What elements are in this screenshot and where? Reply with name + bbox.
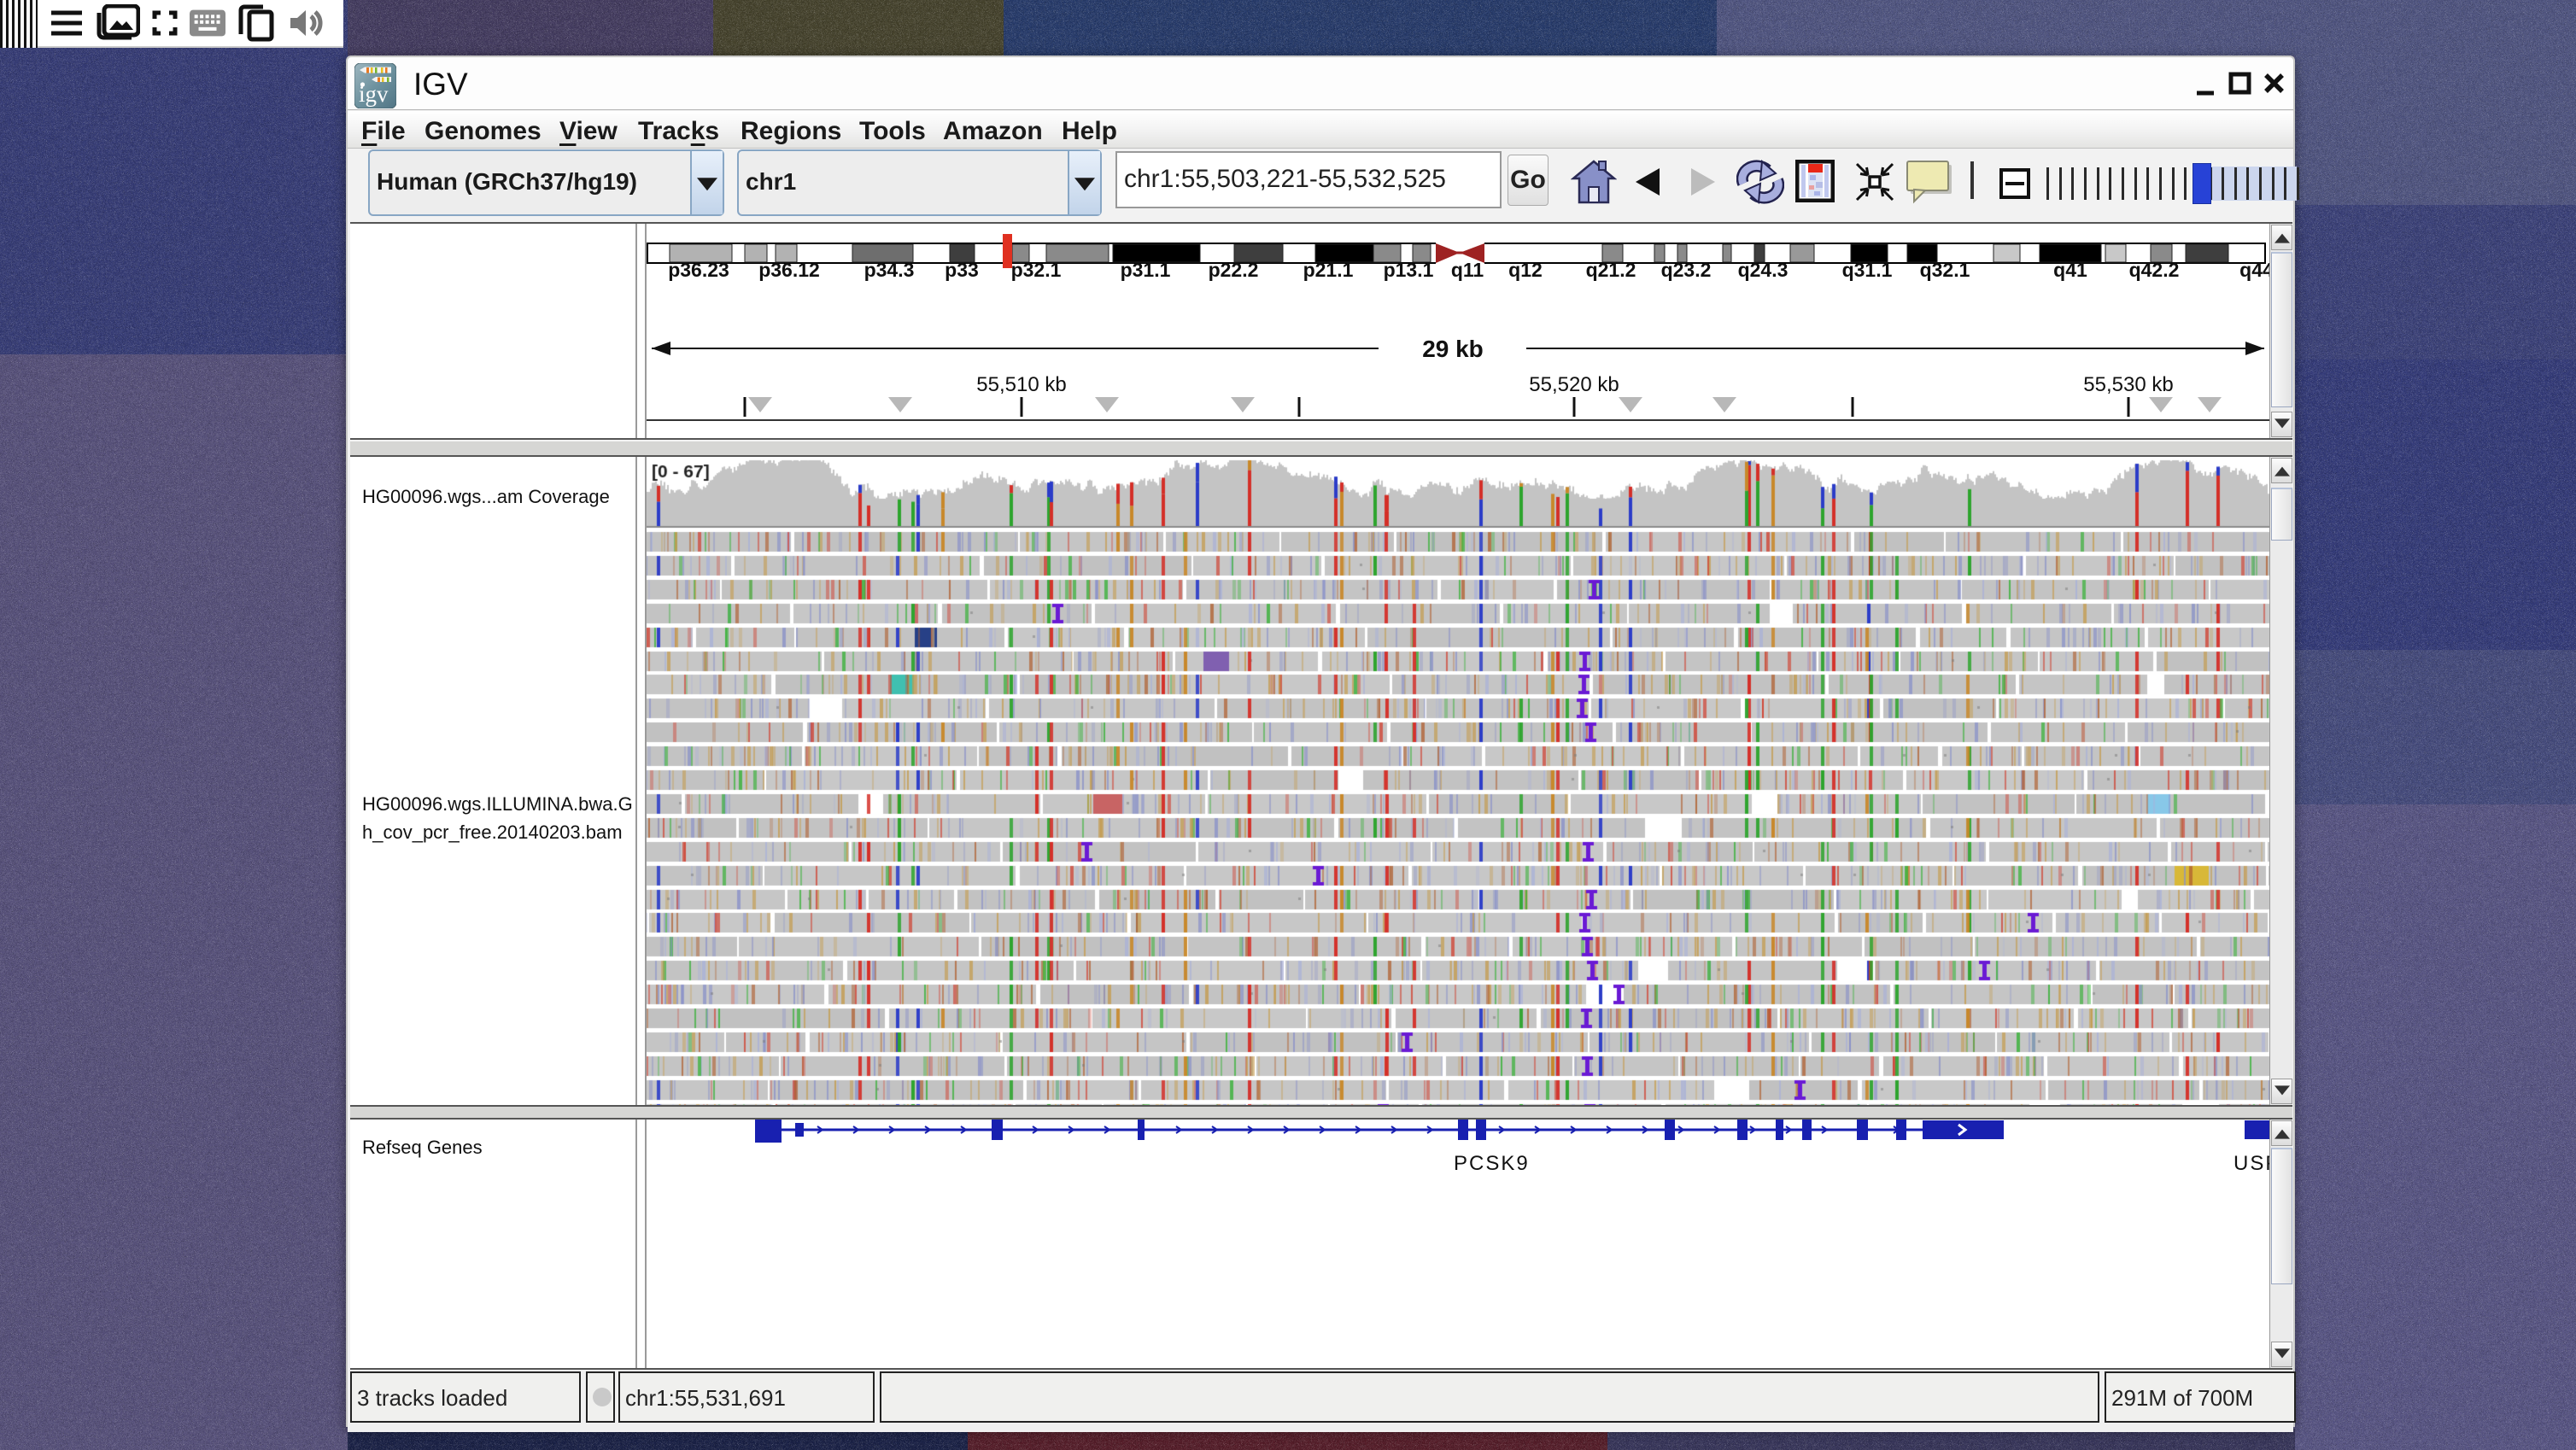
svg-text:q41: q41 [2053, 259, 2087, 281]
svg-text:p33: p33 [945, 259, 979, 281]
svg-text:q31.1: q31.1 [1842, 259, 1893, 281]
svg-text:p13.1: p13.1 [1384, 259, 1434, 281]
svg-text:q23.2: q23.2 [1661, 259, 1712, 281]
svg-text:q11: q11 [1451, 259, 1484, 281]
svg-text:p32.1: p32.1 [1011, 259, 1062, 281]
svg-text:q44: q44 [2239, 259, 2269, 281]
svg-text:p22.2: p22.2 [1209, 259, 1259, 281]
svg-text:p34.3: p34.3 [864, 259, 915, 281]
svg-text:55,520 kb: 55,520 kb [1529, 373, 1619, 396]
svg-text:USP2: USP2 [2234, 1152, 2269, 1175]
svg-text:q24.3: q24.3 [1738, 259, 1789, 281]
svg-text:29 kb: 29 kb [1422, 336, 1484, 362]
svg-text:PCSK9: PCSK9 [1454, 1152, 1530, 1175]
svg-text:q42.2: q42.2 [2129, 259, 2180, 281]
svg-text:p31.1: p31.1 [1121, 259, 1171, 281]
svg-text:p36.23: p36.23 [668, 259, 729, 281]
svg-text:55,530 kb: 55,530 kb [2083, 373, 2173, 396]
svg-text:p21.1: p21.1 [1303, 259, 1354, 281]
svg-text:p36.12: p36.12 [758, 259, 820, 281]
svg-text:55,510 kb: 55,510 kb [976, 373, 1066, 396]
svg-text:q21.2: q21.2 [1586, 259, 1636, 281]
svg-text:q12: q12 [1508, 259, 1543, 281]
svg-text:q32.1: q32.1 [1920, 259, 1970, 281]
